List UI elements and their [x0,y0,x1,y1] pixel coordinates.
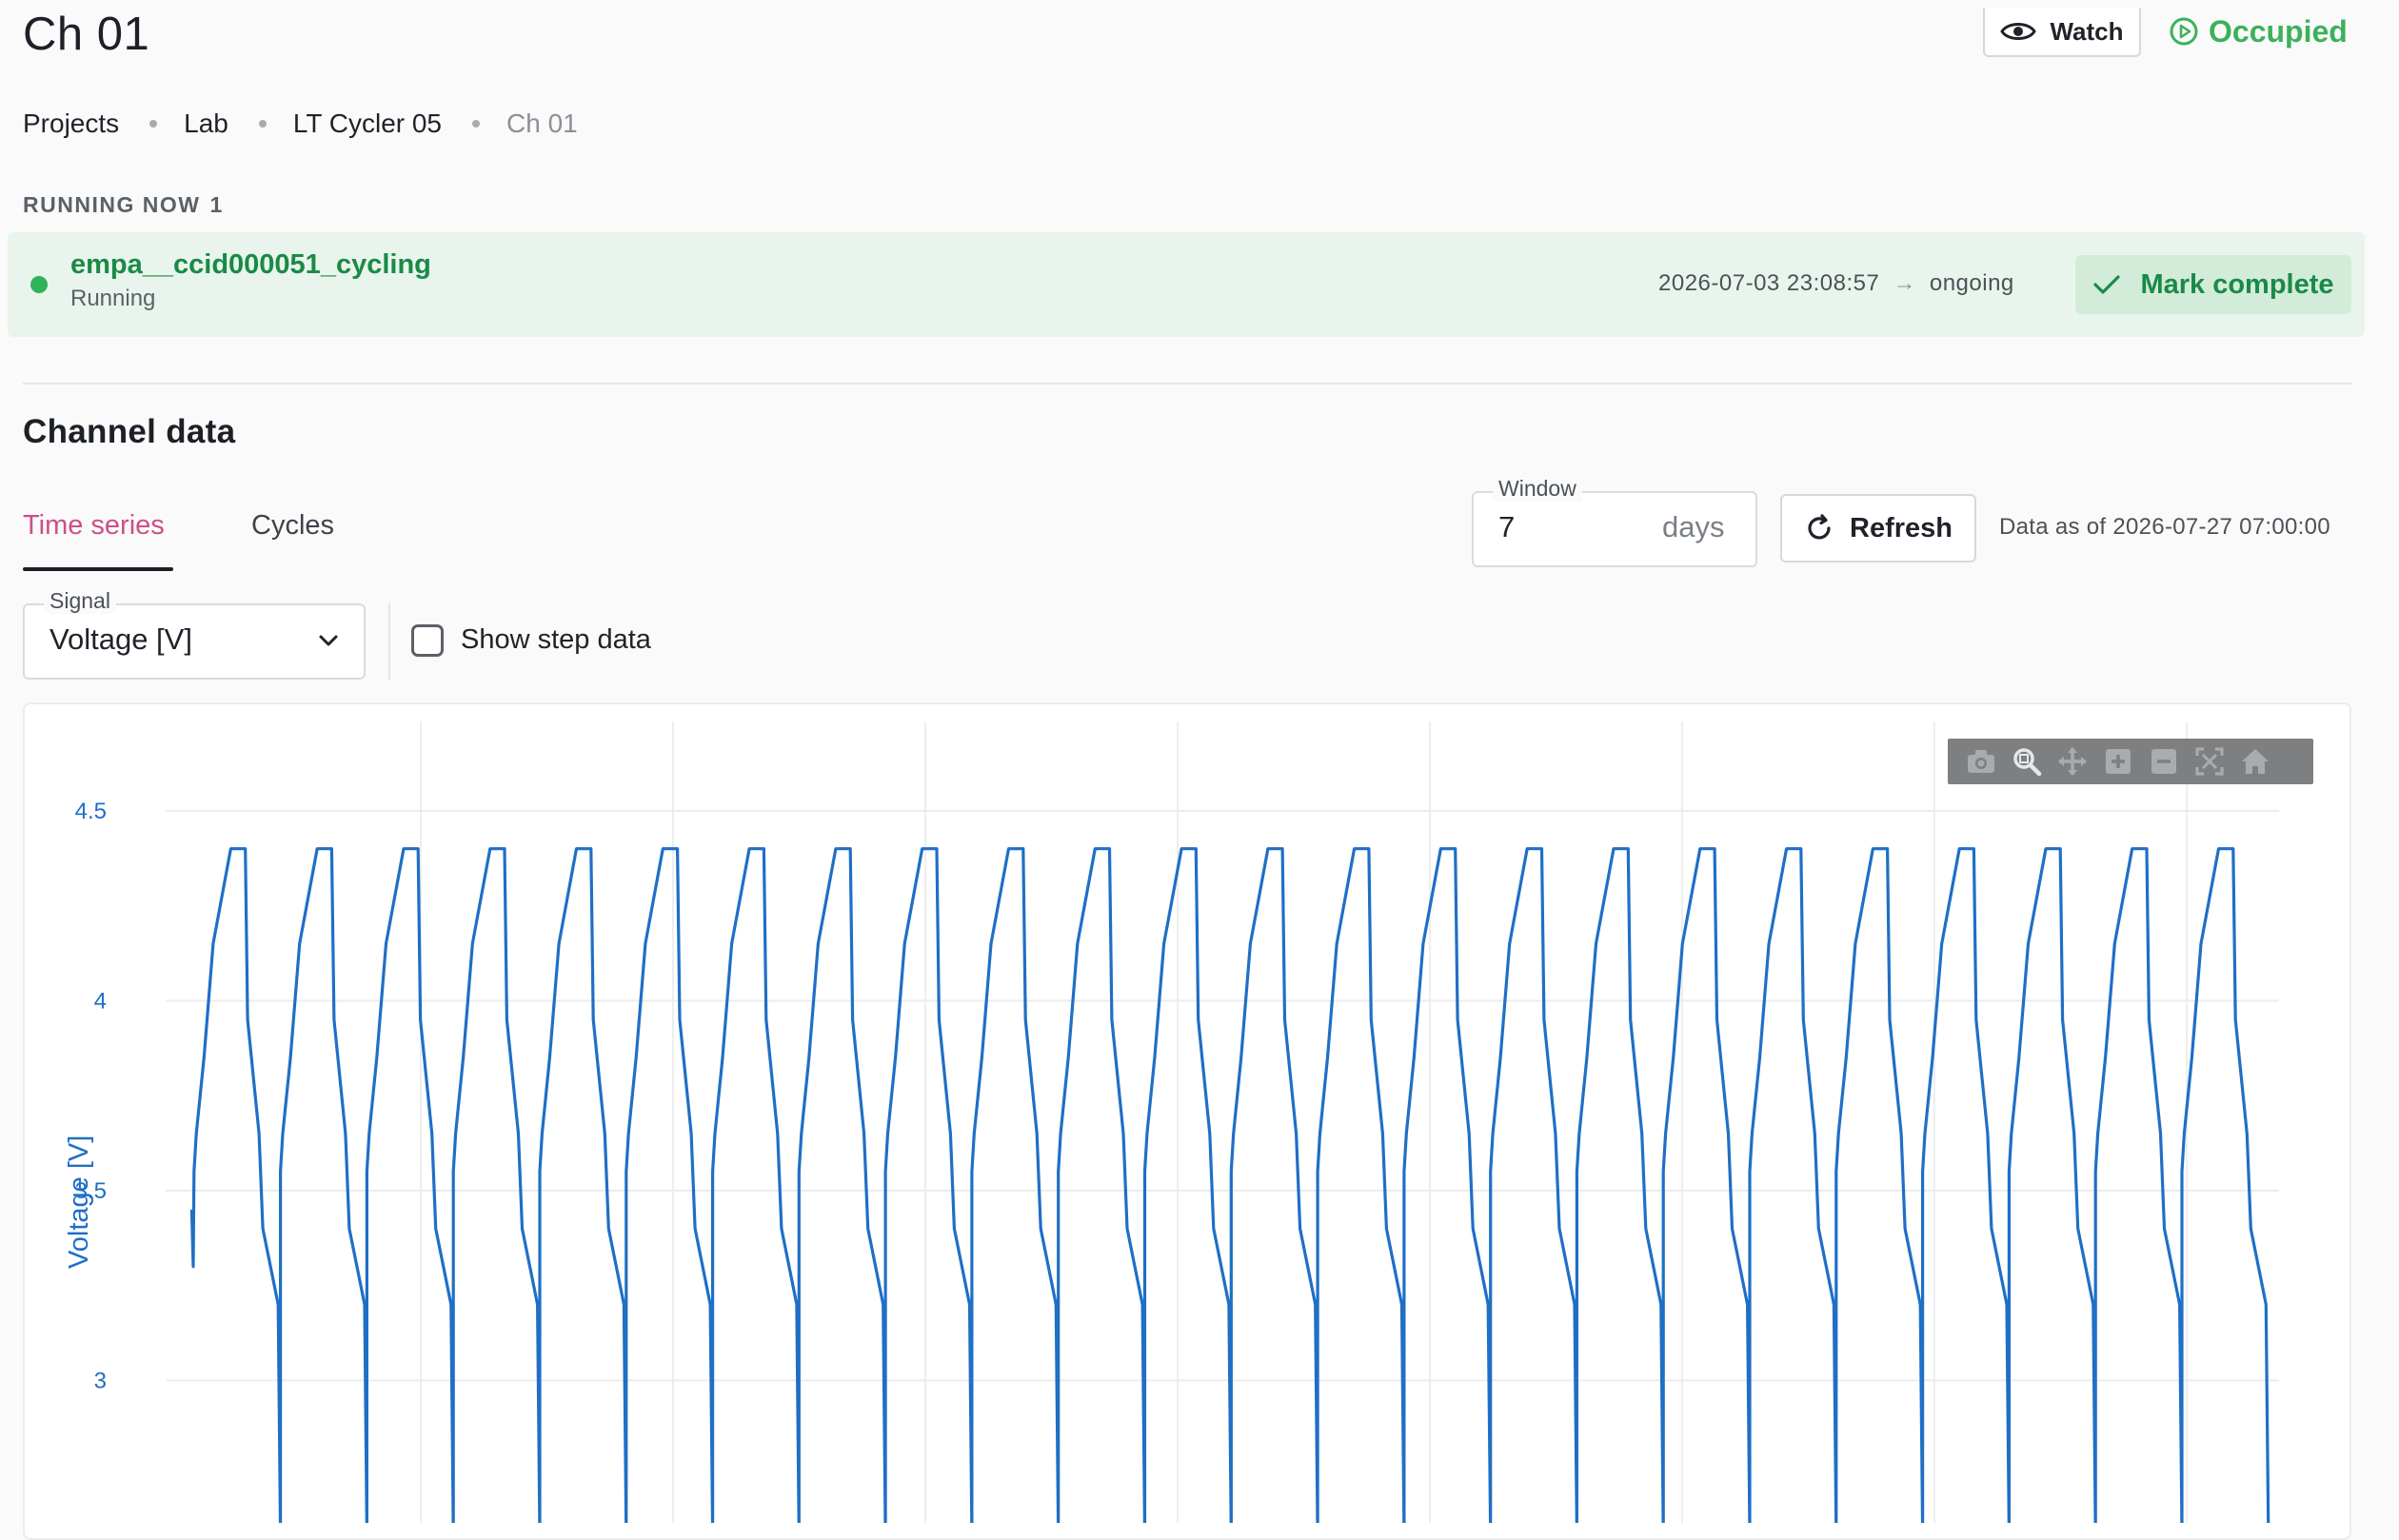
watch-label: Watch [2050,16,2124,46]
refresh-icon [1808,514,1831,540]
breadcrumb-separator [149,120,158,128]
play-circle-icon [2170,17,2198,46]
zoom-out-icon[interactable] [2148,745,2180,778]
breadcrumb-lab[interactable]: Lab [184,109,228,139]
camera-icon[interactable] [1965,745,1997,778]
zoom-in-icon[interactable] [2102,745,2134,778]
chart-modebar [1948,739,2313,784]
y-axis-label: Voltage [V] [64,1135,94,1269]
job-start-time: 2026-07-03 23:08:57 [1658,270,1880,296]
status-badge: Occupied [2169,10,2348,53]
arrow-right-icon: → [1893,270,1916,296]
channel-data-title: Channel data [23,413,236,450]
y-tick-label: 3 [94,1368,107,1393]
watch-button[interactable]: Watch [1983,8,2141,57]
breadcrumb-lt-cycler[interactable]: LT Cycler 05 [293,109,442,139]
reset-axes-icon[interactable] [2239,745,2271,778]
mark-complete-label: Mark complete [2140,268,2334,300]
job-end-time: ongoing [1929,270,2014,296]
pan-icon[interactable] [2056,745,2089,778]
refresh-label: Refresh [1850,512,1953,543]
running-now-label: RUNNING NOW [23,192,201,217]
eye-icon [2000,23,2037,40]
check-icon [2093,275,2121,294]
voltage-series-line [189,847,2270,1523]
show-step-data-checkbox[interactable] [411,624,444,657]
signal-value[interactable]: Voltage [V] [50,622,192,657]
show-step-data-label: Show step data [461,624,651,655]
chevron-down-icon[interactable] [316,632,341,649]
signal-label: Signal [44,588,116,614]
job-name-link[interactable]: empa__ccid000051_cycling [70,249,431,281]
running-now-count: 1 [209,192,223,217]
breadcrumb-current: Ch 01 [506,109,578,138]
tab-cycles[interactable]: Cycles [251,510,334,542]
running-job-card: empa__ccid000051_cycling Running 2026-07… [8,232,2365,337]
breadcrumb-separator [472,120,481,128]
data-as-of: Data as of 2026-07-27 07:00:00 [1999,514,2330,540]
mark-complete-button[interactable]: Mark complete [2075,255,2351,314]
y-tick-label: 4.5 [75,799,107,824]
job-state: Running [70,286,156,311]
section-divider [23,383,2351,385]
job-time-range: 2026-07-03 23:08:57 → ongoing [1658,270,2014,297]
window-value[interactable]: 7 [1498,510,1515,544]
window-label: Window [1493,476,1582,502]
running-status-dot [30,276,48,293]
voltage-chart[interactable]: 33.544.5Voltage [V] [23,702,2351,1523]
refresh-button[interactable]: Refresh [1780,494,1976,563]
tab-time-series[interactable]: Time series [23,510,165,542]
active-tab-indicator [23,567,173,571]
breadcrumb-separator [258,120,267,128]
breadcrumb: Projects Lab LT Cycler 05 Ch 01 [23,105,578,143]
page-title: Ch 01 [23,9,150,60]
autoscale-icon[interactable] [2193,745,2226,778]
status-label: Occupied [2209,13,2348,49]
y-tick-label: 4 [94,988,107,1014]
breadcrumb-projects[interactable]: Projects [23,109,119,139]
running-now-heading: RUNNING NOW 1 [23,192,222,218]
zoom-icon[interactable] [2011,745,2043,778]
window-unit: days [1662,510,1725,543]
toolbar-separator [388,603,390,680]
